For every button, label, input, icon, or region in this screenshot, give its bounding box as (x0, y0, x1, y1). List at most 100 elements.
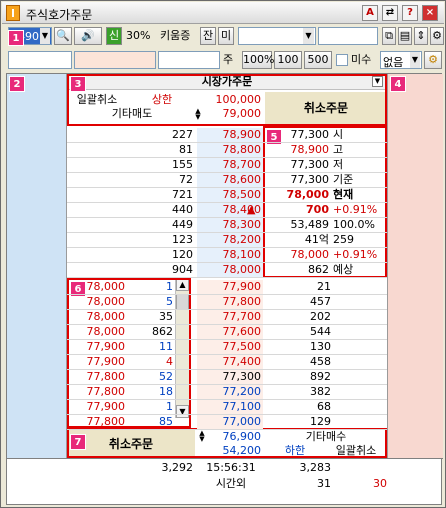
app-icon (6, 5, 20, 21)
pending-sell-qty[interactable]: 11 (127, 341, 173, 353)
settings-icon[interactable]: ⚙ (430, 27, 444, 45)
info-value: 41억 (304, 233, 329, 246)
info-value: 862 (308, 263, 329, 276)
ask-price: 78,300 (222, 218, 262, 231)
qty-100pct-button[interactable]: 100% (242, 51, 274, 69)
bid-price: 77,400 (222, 355, 262, 368)
pending-sell-price[interactable]: 77,800 (69, 416, 126, 428)
link-icon[interactable]: ⇄ (382, 5, 398, 21)
balance-button[interactable]: 잔 (200, 27, 216, 45)
price-up-icon: ▲ (247, 203, 256, 216)
bid-price: 77,100 (222, 400, 262, 413)
pending-sell-price[interactable]: 77,900 (69, 401, 126, 413)
info-value: 78,900 (290, 143, 330, 156)
ask-qty: 72 (179, 173, 193, 186)
account-select[interactable]: ▼ (238, 27, 316, 45)
bid-qty: 68 (317, 400, 331, 413)
bid-qty: 458 (310, 355, 331, 368)
info-label: 고 (333, 143, 344, 156)
bid-qty: 892 (310, 370, 331, 383)
updown-icon[interactable]: ⇕ (414, 27, 428, 45)
ask-price: 78,000 (222, 263, 262, 276)
info-value: 77,300 (290, 173, 330, 186)
price-input[interactable] (74, 51, 156, 69)
ask-qty: 155 (172, 158, 193, 171)
pending-sell-price[interactable]: 78,000 (69, 296, 126, 308)
after-hours-label: 시간외 (215, 477, 247, 490)
window-title: 주식호가주문 (26, 8, 93, 22)
callout-badge-2: 2 (9, 76, 25, 92)
a-font-icon[interactable]: A (362, 5, 378, 21)
close-icon[interactable]: × (422, 5, 438, 21)
pending-sell-price[interactable]: 77,900 (69, 356, 126, 368)
info-label: 100.0% (333, 218, 375, 231)
pending-sell-qty[interactable]: 35 (127, 311, 173, 323)
info-value: 78,000 (286, 188, 329, 201)
gear-icon[interactable]: ⚙ (424, 51, 442, 69)
help-icon[interactable]: ? (402, 5, 418, 21)
order-window: 주식호가주문 A ⇄ ? × 4490 ▼ 🔍 🔊 신 30% 키움증 잔 미 … (0, 0, 446, 508)
info-label: +0.91% (333, 248, 378, 261)
pending-sell-price[interactable]: 77,800 (69, 386, 126, 398)
bid-price: 77,200 (222, 385, 262, 398)
stock-name: 키움증 (160, 29, 191, 42)
chevron-down-icon: ▼ (303, 28, 314, 44)
pending-sell-qty[interactable]: 18 (127, 386, 173, 398)
pending-sell-qty[interactable]: 5 (127, 296, 173, 308)
search-icon[interactable]: 🔍 (54, 27, 72, 45)
callout-badge-1: 1 (8, 30, 24, 46)
pending-sell-price[interactable]: 77,800 (69, 371, 126, 383)
qty-100-button[interactable]: 100 (274, 51, 302, 69)
pending-sell-price[interactable]: 78,000 (69, 281, 126, 293)
callout-badge-3: 3 (70, 76, 86, 92)
bid-price: 77,500 (222, 340, 262, 353)
bid-qty: 202 (310, 310, 331, 323)
callout-badge-4: 4 (390, 76, 406, 92)
ask-price: 78,200 (222, 233, 262, 246)
order-qty-input[interactable] (158, 51, 220, 69)
ask-qty: 227 (172, 128, 193, 141)
pending-sell-qty[interactable]: 85 (127, 416, 173, 428)
pending-sell-qty[interactable]: 862 (127, 326, 173, 338)
chevron-down-icon: ▼ (410, 52, 420, 68)
qty-500-button[interactable]: 500 (304, 51, 332, 69)
misu-select[interactable]: 없음 ▼ (380, 51, 422, 69)
ask-price: 78,100 (222, 248, 262, 261)
ask-price: 78,700 (222, 158, 262, 171)
ask-qty: 81 (179, 143, 193, 156)
copy-icon[interactable]: ⧉ (382, 27, 396, 45)
after-hours-sell: 30 (373, 477, 387, 490)
misu-checkbox[interactable] (336, 54, 348, 66)
ask-qty: 123 (172, 233, 193, 246)
pending-sell-price[interactable]: 77,900 (69, 341, 126, 353)
pending-sell-price[interactable]: 78,000 (69, 311, 126, 323)
unfilled-button[interactable]: 미 (218, 27, 234, 45)
credit-sin-button[interactable]: 신 (106, 27, 122, 45)
margin-rate-label: 30% (126, 29, 151, 42)
footer-divider (7, 458, 443, 459)
misu-label: 미수 (351, 53, 372, 66)
pending-sell-qty[interactable]: 52 (127, 371, 173, 383)
pending-sell-qty[interactable]: 1 (127, 401, 173, 413)
pending-sell-price[interactable]: 78,000 (69, 326, 126, 338)
highlight-region-7 (67, 428, 387, 458)
buy-order-column[interactable] (387, 74, 443, 458)
qty-input[interactable] (8, 51, 72, 69)
document-icon[interactable]: ▤ (398, 27, 412, 45)
speaker-icon[interactable]: 🔊 (74, 27, 102, 45)
ask-price: 78,800 (222, 143, 262, 156)
after-hours-buy: 31 (317, 477, 331, 490)
info-label: 현재 (333, 188, 354, 201)
pending-sell-qty[interactable]: 1 (127, 281, 173, 293)
info-value: 77,300 (290, 128, 330, 141)
callout-badge-7: 7 (70, 434, 86, 450)
info-label: 기준 (333, 173, 354, 186)
bid-price: 77,700 (222, 310, 262, 323)
pending-sell-qty[interactable]: 4 (127, 356, 173, 368)
password-input[interactable] (318, 27, 378, 45)
code-dropdown-icon[interactable]: ▼ (40, 28, 50, 44)
bid-price: 77,900 (222, 280, 262, 293)
toolbar-top: 4490 ▼ 🔍 🔊 신 30% 키움증 잔 미 ▼ ⧉ ▤ ⇕ ⚙ (6, 27, 444, 49)
sell-order-column[interactable] (7, 74, 67, 458)
ask-qty: 120 (172, 248, 193, 261)
